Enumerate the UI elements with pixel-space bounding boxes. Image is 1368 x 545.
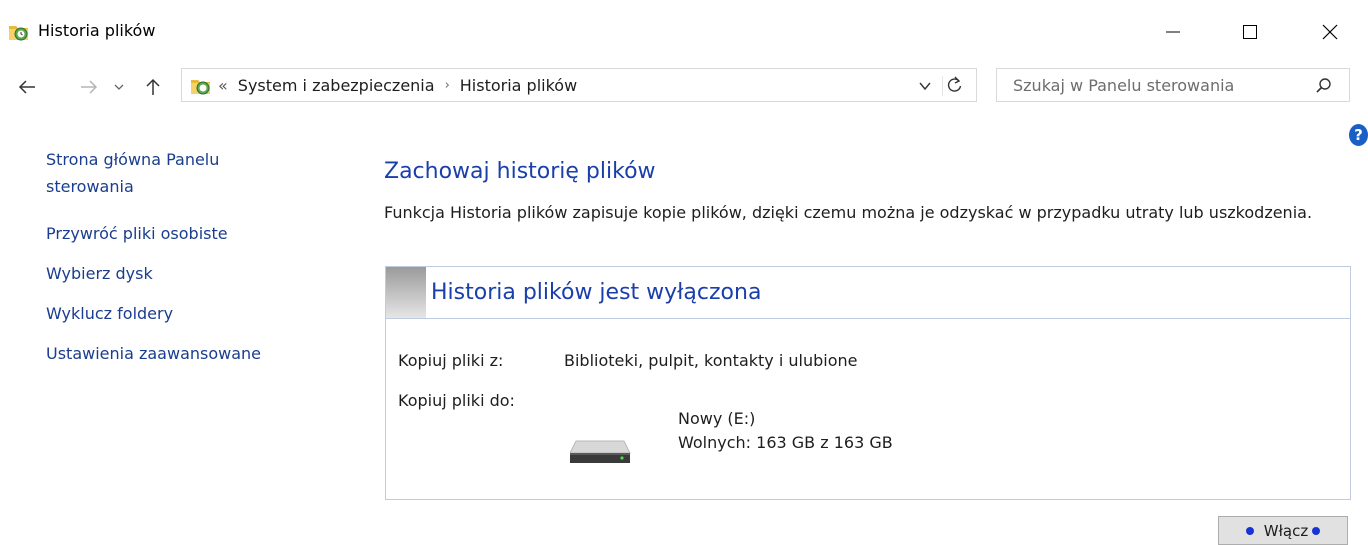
status-title: Historia plików jest wyłączona	[431, 280, 762, 305]
address-bar[interactable]: « System i zabezpieczenia › Historia pli…	[181, 68, 977, 102]
breadcrumb: « System i zabezpieczenia › Historia pli…	[218, 76, 577, 95]
maximize-button[interactable]	[1227, 14, 1273, 50]
refresh-icon	[947, 76, 962, 92]
breadcrumb-overflow[interactable]: «	[218, 76, 228, 95]
status-panel-header: Historia plików jest wyłączona	[386, 267, 1350, 319]
recent-locations-button[interactable]	[108, 76, 130, 98]
main-content: Zachowaj historię plików Funkcja Histori…	[384, 156, 1344, 226]
focus-dot-left	[1245, 526, 1254, 535]
title-bar: Historia plików	[0, 0, 1368, 64]
focus-dot-right	[1312, 526, 1321, 535]
page-description: Funkcja Historia plików zapisuje kopie p…	[384, 203, 1313, 222]
close-button[interactable]	[1307, 14, 1353, 50]
status-indicator	[386, 267, 426, 318]
navigation-bar: « System i zabezpieczenia › Historia pli…	[0, 68, 1368, 106]
enable-button-label: Włącz	[1263, 521, 1309, 540]
copy-to-label: Kopiuj pliki do:	[398, 391, 515, 410]
search-box	[996, 68, 1350, 102]
drive-name: Nowy (E:)	[678, 409, 756, 428]
chevron-down-icon	[919, 82, 931, 91]
copy-from-label: Kopiuj pliki z:	[398, 351, 504, 370]
chevron-down-icon	[114, 84, 124, 90]
breadcrumb-file-history[interactable]: Historia plików	[460, 76, 577, 95]
control-panel-icon	[190, 76, 212, 96]
chevron-right-icon[interactable]: ›	[445, 78, 450, 97]
window-title: Historia plików	[38, 21, 156, 40]
address-dropdown-button[interactable]	[918, 78, 936, 94]
sidebar: Strona główna Panelu sterowania Przywróć…	[46, 146, 336, 381]
refresh-button[interactable]	[942, 76, 962, 96]
file-history-icon	[8, 22, 30, 42]
copy-from-value: Biblioteki, pulpit, kontakty i ulubione	[564, 351, 858, 370]
sidebar-item-advanced-settings[interactable]: Ustawienia zaawansowane	[46, 341, 336, 367]
search-input[interactable]	[997, 69, 1307, 101]
breadcrumb-system-security[interactable]: System i zabezpieczenia	[238, 76, 435, 95]
maximize-icon	[1243, 25, 1257, 39]
page-title: Zachowaj historię plików	[384, 159, 656, 184]
arrow-up-icon	[146, 78, 160, 95]
forward-button[interactable]	[78, 76, 100, 98]
minimize-button[interactable]	[1150, 14, 1196, 50]
sidebar-item-exclude-folders[interactable]: Wyklucz foldery	[46, 301, 336, 327]
up-button[interactable]	[142, 76, 164, 98]
help-icon[interactable]: ?	[1349, 124, 1368, 146]
status-panel: Historia plików jest wyłączona Kopiuj pl…	[385, 266, 1351, 500]
hard-drive-icon	[569, 431, 632, 465]
enable-button[interactable]: Włącz	[1218, 516, 1348, 545]
back-button[interactable]	[16, 76, 38, 98]
search-icon[interactable]	[1315, 77, 1333, 95]
arrow-left-icon	[18, 80, 35, 94]
minimize-icon	[1166, 31, 1180, 33]
sidebar-item-control-panel-home[interactable]: Strona główna Panelu sterowania	[46, 146, 286, 200]
arrow-right-icon	[81, 80, 98, 94]
close-icon	[1322, 24, 1338, 40]
sidebar-item-restore-personal-files[interactable]: Przywróć pliki osobiste	[46, 221, 336, 247]
drive-free-space: Wolnych: 163 GB z 163 GB	[678, 433, 893, 452]
sidebar-item-select-drive[interactable]: Wybierz dysk	[46, 261, 336, 287]
